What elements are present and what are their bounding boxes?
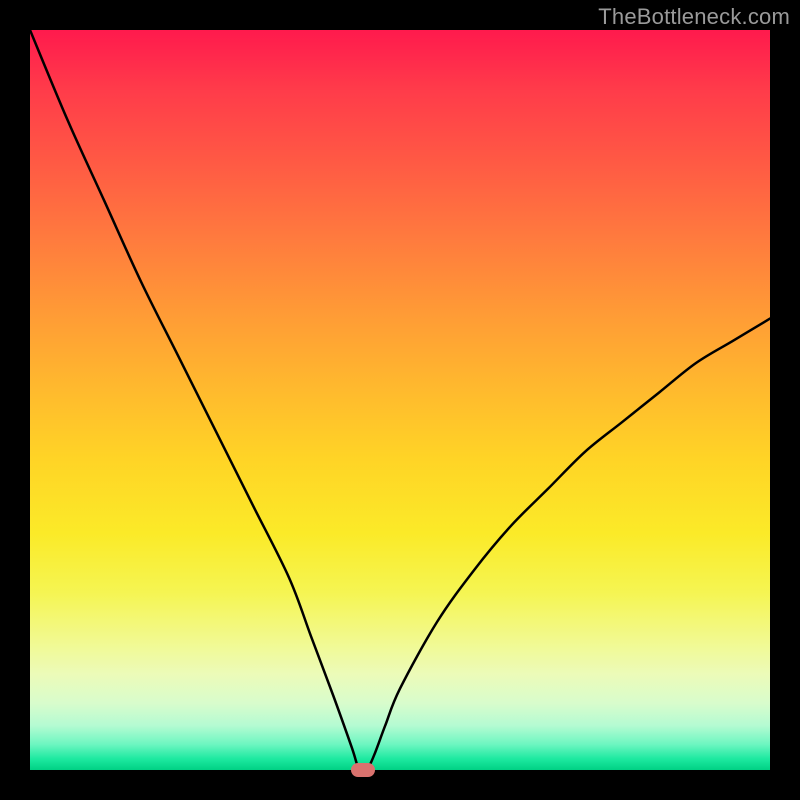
- curve-svg: [30, 30, 770, 770]
- bottleneck-curve: [30, 30, 770, 770]
- plot-area: [30, 30, 770, 770]
- optimal-marker: [351, 763, 375, 777]
- chart-frame: TheBottleneck.com: [0, 0, 800, 800]
- watermark-text: TheBottleneck.com: [598, 4, 790, 30]
